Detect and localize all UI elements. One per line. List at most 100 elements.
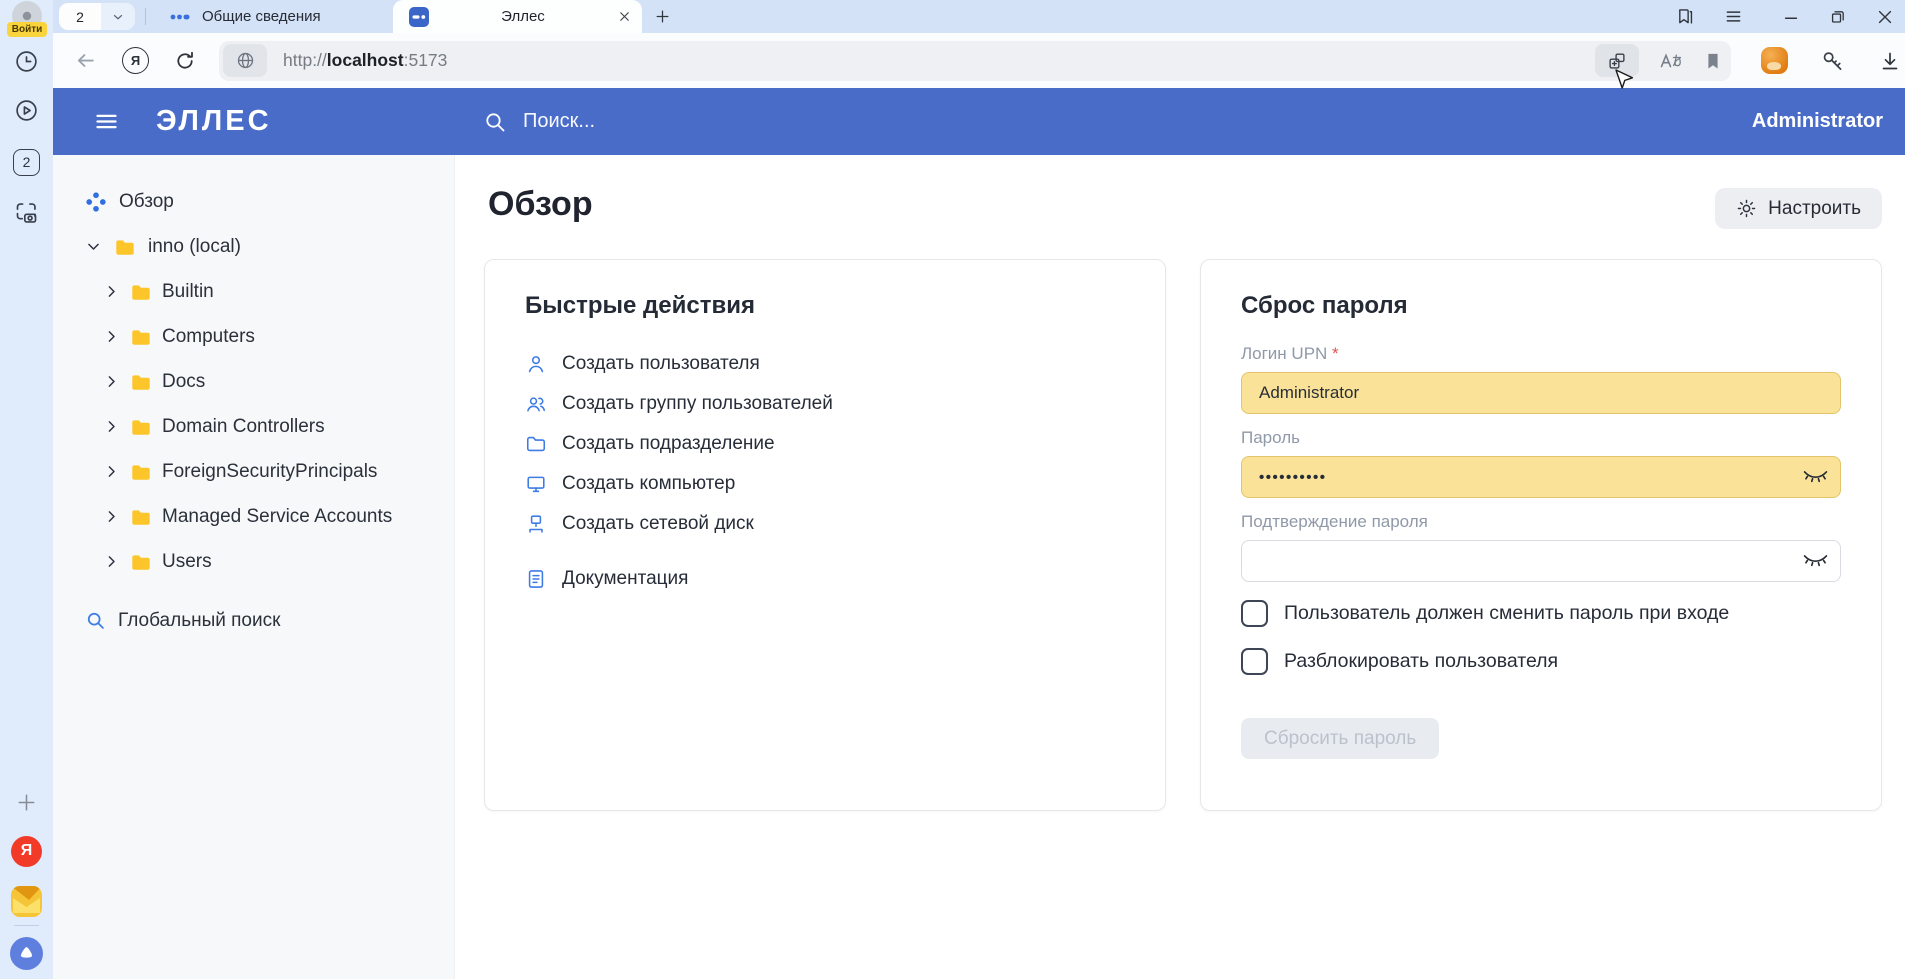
app-search-input[interactable]: Поиск...: [483, 110, 595, 134]
documentation-link[interactable]: Документация: [525, 559, 1125, 599]
tab-elles-active[interactable]: Эллес: [393, 0, 642, 33]
site-info-chip[interactable]: [223, 44, 267, 77]
action-create-computer[interactable]: Создать компьютер: [525, 464, 1125, 504]
login-badge[interactable]: Войти: [7, 22, 47, 37]
restore-window-button[interactable]: [1828, 7, 1848, 27]
alice-assistant-button[interactable]: [0, 932, 53, 974]
bookmark-page-button[interactable]: [1703, 50, 1723, 72]
chevron-right-icon[interactable]: [103, 328, 120, 345]
extension-mascot-button[interactable]: [1761, 47, 1788, 74]
app-menu-button[interactable]: [93, 108, 120, 135]
chevron-right-icon[interactable]: [103, 283, 120, 300]
yandex-mail-button[interactable]: [0, 880, 53, 922]
restore-icon: [1828, 7, 1848, 27]
browser-left-rail: Войти 2 Я: [0, 0, 53, 979]
chevron-down-icon[interactable]: [85, 238, 102, 255]
chevron-right-icon[interactable]: [103, 373, 120, 390]
tree-item-label: Domain Controllers: [162, 416, 325, 438]
toggle-password-visibility-button[interactable]: [1802, 548, 1829, 570]
chevron-right-icon[interactable]: [103, 418, 120, 435]
folder-icon: [114, 236, 136, 258]
eye-closed-icon: [1802, 548, 1829, 570]
toggle-password-visibility-button[interactable]: [1802, 464, 1829, 486]
tree-item-global-search[interactable]: Глобальный поиск: [53, 598, 454, 643]
downloads-button[interactable]: [1878, 49, 1902, 73]
tab-general-info[interactable]: Общие сведения: [156, 0, 393, 33]
rail-divider: [14, 925, 39, 926]
users-group-icon: [525, 393, 547, 415]
tab-count-badge: 2: [13, 149, 40, 176]
folder-icon: [130, 371, 152, 393]
tree-item-folder[interactable]: Domain Controllers: [53, 404, 454, 449]
tree-item-folder[interactable]: Docs: [53, 359, 454, 404]
screenshot-camera-icon: [13, 199, 40, 226]
folder-icon: [130, 506, 152, 528]
tree-item-overview[interactable]: Обзор: [53, 179, 454, 224]
yandex-app-button[interactable]: Я: [0, 830, 53, 872]
tab-close-button[interactable]: [617, 9, 632, 24]
current-user-label[interactable]: Administrator: [1752, 110, 1883, 133]
action-label: Создать группу пользователей: [562, 393, 833, 415]
tab-counter[interactable]: 2: [59, 3, 135, 30]
history-button[interactable]: [0, 40, 53, 82]
reload-button[interactable]: [173, 49, 197, 73]
checkbox-label: Разблокировать пользователя: [1284, 650, 1558, 673]
minimize-button[interactable]: [1781, 7, 1801, 27]
close-icon: [617, 9, 632, 24]
app-header: ЭЛЛЕС Поиск... Administrator: [53, 88, 1905, 155]
tree-item-folder[interactable]: Users: [53, 539, 454, 584]
checkbox-icon[interactable]: [1241, 600, 1268, 627]
screenshot-button[interactable]: [0, 191, 53, 233]
action-create-user-group[interactable]: Создать группу пользователей: [525, 384, 1125, 424]
new-tab-button[interactable]: [654, 8, 671, 25]
tree-item-folder[interactable]: ForeignSecurityPrincipals: [53, 449, 454, 494]
chevron-right-icon[interactable]: [103, 463, 120, 480]
tab-favicon-dots: [170, 12, 190, 22]
checkbox-icon[interactable]: [1241, 648, 1268, 675]
confirm-password-input[interactable]: [1241, 540, 1841, 582]
url-text[interactable]: http://localhost:5173: [283, 50, 1595, 71]
folder-icon: [130, 551, 152, 573]
password-input[interactable]: [1241, 456, 1841, 498]
login-upn-input[interactable]: [1241, 372, 1841, 414]
chevron-right-icon[interactable]: [103, 553, 120, 570]
action-create-network-drive[interactable]: Создать сетевой диск: [525, 504, 1125, 544]
computer-icon: [525, 473, 547, 495]
alice-icon: [10, 937, 43, 970]
action-create-user[interactable]: Создать пользователя: [525, 344, 1125, 384]
bookmarks-panel-button[interactable]: [1675, 6, 1696, 27]
password-manager-button[interactable]: [1820, 48, 1846, 74]
back-button[interactable]: [73, 48, 98, 73]
configure-button[interactable]: Настроить: [1715, 188, 1882, 229]
tab-title: Эллес: [429, 8, 617, 25]
chevron-down-icon[interactable]: [101, 3, 135, 30]
url-scheme: http://: [283, 50, 327, 70]
tab-groups-button[interactable]: 2: [0, 141, 53, 183]
action-label: Создать сетевой диск: [562, 513, 754, 535]
checkbox-must-change-password[interactable]: Пользователь должен сменить пароль при в…: [1241, 596, 1841, 630]
tree-item-folder[interactable]: Builtin: [53, 269, 454, 314]
app-logo[interactable]: ЭЛЛЕС: [156, 105, 272, 138]
chevron-right-icon[interactable]: [103, 508, 120, 525]
media-play-button[interactable]: [0, 89, 53, 131]
tree-item-folder[interactable]: Computers: [53, 314, 454, 359]
folder-icon: [130, 281, 152, 303]
checkbox-unlock-user[interactable]: Разблокировать пользователя: [1241, 644, 1841, 678]
app-body: Обзор inno (local) Builtin Computers: [53, 155, 1905, 979]
yandex-search-button[interactable]: Я: [122, 47, 149, 74]
hamburger-icon: [93, 108, 120, 135]
tree-item-label: Builtin: [162, 281, 214, 303]
globe-icon: [235, 50, 256, 71]
action-create-org-unit[interactable]: Создать подразделение: [525, 424, 1125, 464]
tab-preview-button[interactable]: [1595, 44, 1639, 77]
tree-item-folder[interactable]: Managed Service Accounts: [53, 494, 454, 539]
action-label: Создать компьютер: [562, 473, 735, 495]
browser-menu-button[interactable]: [1723, 6, 1744, 27]
translate-button[interactable]: [1659, 50, 1683, 72]
close-window-button[interactable]: [1875, 7, 1895, 27]
tree-item-domain[interactable]: inno (local): [53, 224, 454, 269]
rail-add-button[interactable]: [0, 781, 53, 823]
omnibox[interactable]: http://localhost:5173: [219, 41, 1731, 81]
profile-avatar[interactable]: Войти: [7, 1, 47, 35]
reset-password-button[interactable]: Сбросить пароль: [1241, 718, 1439, 759]
